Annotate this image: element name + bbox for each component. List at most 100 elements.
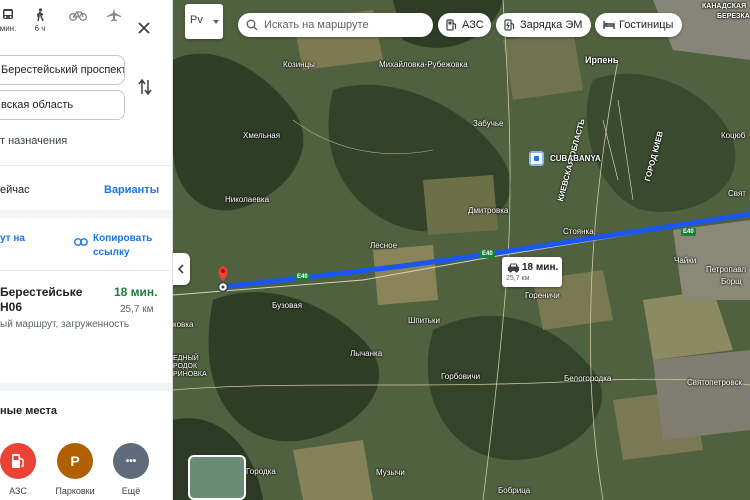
divider xyxy=(0,210,172,218)
road-shield: E40 xyxy=(681,228,696,236)
place-label: Дмитровка xyxy=(468,206,509,215)
mode-walk-label: 6 ч xyxy=(34,24,46,33)
gas-station-icon xyxy=(446,19,457,31)
place-label: CUBABANYA xyxy=(550,154,601,163)
place-label: ЕДНЫЙ xyxy=(173,355,199,362)
mode-transit-label: мин. xyxy=(0,24,17,33)
callout-time: 18 мин. xyxy=(522,262,559,273)
destination-field[interactable]: вская область xyxy=(0,90,125,120)
place-label: Лесное xyxy=(370,241,398,250)
parking-icon: P xyxy=(57,443,93,479)
parking-glyph: P xyxy=(70,453,80,469)
send-to-phone-link[interactable]: ут на xyxy=(0,232,60,246)
mode-walk[interactable]: 6 ч xyxy=(26,8,54,33)
place-label: Коцюб xyxy=(721,131,746,140)
mode-flight[interactable] xyxy=(100,8,128,22)
place-label: БЕРЕЗКА xyxy=(717,13,750,20)
divider xyxy=(0,270,172,271)
ev-charging-icon xyxy=(504,19,515,31)
directions-panel: мин. 6 ч Берестейський проспект вская об… xyxy=(0,0,173,500)
place-label: Забучье xyxy=(473,119,504,128)
depart-now-select[interactable]: ейчас xyxy=(0,184,30,196)
nearby-gas-button[interactable]: АЗС xyxy=(0,443,40,496)
place-label: Чайки xyxy=(674,256,697,265)
place-label: Николаевка xyxy=(225,195,270,204)
car-icon xyxy=(508,263,519,273)
gas-station-icon xyxy=(0,443,36,479)
swap-icon[interactable] xyxy=(137,78,153,96)
search-icon xyxy=(246,19,258,31)
route-callout[interactable]: 18 мин. 25,7 км xyxy=(502,257,562,287)
place-label: РОДОК xyxy=(173,363,198,370)
road-shield: E40 xyxy=(295,273,310,281)
place-label: Петропавл xyxy=(706,265,747,274)
chevron-down-icon xyxy=(213,20,219,24)
layer-thumbnail[interactable] xyxy=(188,455,246,500)
hotel-icon xyxy=(603,21,615,29)
origin-field[interactable]: Берестейський проспект xyxy=(0,55,125,85)
place-label: Хмельная xyxy=(243,131,281,140)
nearby-parking-label: Парковки xyxy=(55,486,95,496)
travel-mode-bar: мин. 6 ч xyxy=(0,8,172,44)
map-view[interactable]: Рv Искать на маршруте АЗС Зарядка ЭМ Гос… xyxy=(173,0,750,500)
origin-value: Берестейський проспект xyxy=(1,64,125,76)
mode-bicycle[interactable] xyxy=(64,8,92,22)
route-time: 18 мин. xyxy=(114,285,158,299)
airplane-icon xyxy=(107,8,121,22)
bus-icon xyxy=(3,9,13,19)
place-label: Борщ xyxy=(721,277,742,286)
nearby-parking-button[interactable]: P Парковки xyxy=(53,443,97,496)
place-label: Ирпень xyxy=(585,55,619,65)
mode-transit[interactable]: мин. xyxy=(0,8,22,33)
route-name-line2: Н06 xyxy=(0,300,23,314)
options-button[interactable]: Варианты xyxy=(104,184,159,196)
chip-gas[interactable]: АЗС xyxy=(438,13,491,37)
place-label: Свят xyxy=(728,189,746,198)
nearby-more-label: Ещё xyxy=(121,486,141,496)
walk-icon xyxy=(36,8,44,22)
callout-distance: 25,7 км xyxy=(506,275,530,282)
close-icon[interactable] xyxy=(136,20,154,38)
place-label: Горбовичи xyxy=(441,372,481,381)
place-label: Городка xyxy=(246,467,276,476)
place-label: Михайловка-Рубежовка xyxy=(379,60,468,69)
place-label: Стоянка xyxy=(563,227,594,236)
divider xyxy=(0,165,172,166)
place-label: Белогородка xyxy=(564,374,612,383)
bicycle-icon xyxy=(69,11,87,21)
place-label: Бузовая xyxy=(272,301,303,310)
more-glyph: ••• xyxy=(125,455,137,467)
place-label: КАНАДСКАЯ xyxy=(702,3,747,10)
nearby-gas-label: АЗС xyxy=(9,486,27,496)
place-label: РИНОВКА xyxy=(173,371,207,378)
route-distance: 25,7 км xyxy=(120,304,154,315)
chip-ev-label: Зарядка ЭМ xyxy=(520,19,583,31)
satellite-imagery xyxy=(173,0,750,500)
place-label: Святопетровск xyxy=(687,378,743,387)
link-icon xyxy=(74,238,88,246)
layers-button[interactable]: Рv xyxy=(185,4,223,39)
route-option[interactable]: Берестейське Н06 xyxy=(0,285,108,315)
nearby-places-title: ные места xyxy=(0,405,57,417)
place-label: Бобрица xyxy=(498,486,531,495)
chip-hotels-label: Гостиницы xyxy=(619,19,674,31)
chip-gas-label: АЗС xyxy=(462,19,484,31)
collapse-panel-button[interactable] xyxy=(173,253,190,285)
place-label: Гореничи xyxy=(525,291,560,300)
route-name-line1: Берестейське xyxy=(0,285,83,299)
poi-marker[interactable] xyxy=(529,151,544,166)
nearby-more-button[interactable]: ••• Ещё xyxy=(109,443,153,496)
chip-ev-charging[interactable]: Зарядка ЭМ xyxy=(496,13,591,37)
layers-label: Рv xyxy=(190,14,203,26)
search-along-route-input[interactable]: Искать на маршруте xyxy=(238,13,433,37)
place-label: Музычи xyxy=(376,468,405,477)
copy-link-button[interactable]: Копировать ссылку xyxy=(93,232,168,260)
more-icon: ••• xyxy=(113,443,149,479)
place-label: Козинцы xyxy=(283,60,315,69)
place-label: Лычанка xyxy=(350,349,383,358)
route-description: ый маршрут, загруженность xyxy=(0,319,130,330)
road-shield: E40 xyxy=(480,250,495,258)
add-destination-link[interactable]: т назначения xyxy=(0,135,67,147)
search-placeholder: Искать на маршруте xyxy=(264,19,369,31)
chip-hotels[interactable]: Гостиницы xyxy=(595,13,682,37)
